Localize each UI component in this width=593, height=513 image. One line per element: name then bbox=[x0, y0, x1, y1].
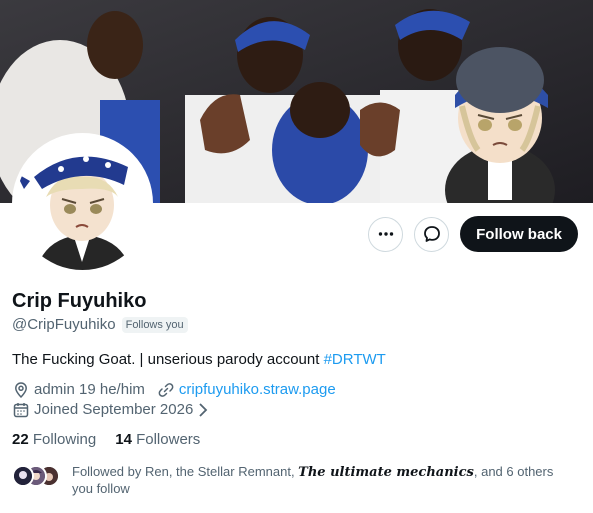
profile-actions: Follow back bbox=[368, 216, 578, 252]
message-button[interactable] bbox=[414, 216, 450, 252]
profile-info: Crip Fuyuhiko @CripFuyuhiko Follows you … bbox=[12, 288, 581, 497]
follow-back-button[interactable]: Follow back bbox=[460, 216, 578, 252]
profile-meta: admin 19 he/him cripfuyuhiko.straw.page bbox=[12, 380, 581, 400]
more-icon bbox=[378, 232, 393, 236]
follows-you-badge: Follows you bbox=[121, 316, 188, 333]
joined-text: Joined September 2026 bbox=[34, 401, 194, 418]
more-button[interactable] bbox=[368, 216, 404, 252]
location-text: admin 19 he/him bbox=[34, 381, 145, 398]
bio-hashtag-link[interactable]: #DRTWT bbox=[324, 351, 386, 368]
followed-by-text: Followed by Ren, the Stellar Remnant, Th… bbox=[72, 464, 572, 497]
joined-item[interactable]: Joined September 2026 bbox=[12, 400, 209, 420]
followers-link[interactable]: 14 Followers bbox=[115, 431, 200, 448]
link-icon bbox=[158, 383, 174, 397]
following-link[interactable]: 22 Following bbox=[12, 431, 96, 448]
calendar-icon bbox=[13, 403, 29, 418]
following-count: 22 bbox=[12, 431, 29, 448]
following-label: Following bbox=[32, 431, 97, 448]
joined-row: Joined September 2026 bbox=[12, 400, 581, 420]
message-icon bbox=[423, 226, 440, 242]
handle-row: @CripFuyuhiko Follows you bbox=[12, 316, 581, 333]
followed-by-row[interactable]: Followed by Ren, the Stellar Remnant, Th… bbox=[12, 464, 581, 497]
followed-by-prefix: Followed by Ren, the Stellar Remnant, bbox=[72, 464, 299, 479]
bio-text: The Fucking Goat. | unserious parody acc… bbox=[12, 351, 324, 368]
location-item: admin 19 he/him bbox=[12, 380, 145, 400]
mutual-avatar bbox=[12, 465, 34, 487]
followed-by-fancy-name: The ultimate mechanics bbox=[298, 465, 474, 480]
location-icon bbox=[15, 382, 27, 399]
mutual-avatars bbox=[12, 465, 62, 487]
display-name: Crip Fuyuhiko bbox=[12, 290, 147, 312]
followers-count: 14 bbox=[115, 431, 132, 448]
profile-avatar[interactable] bbox=[12, 133, 153, 274]
website-link[interactable]: cripfuyuhiko.straw.page bbox=[179, 380, 336, 400]
followers-label: Followers bbox=[136, 431, 201, 448]
chevron-right-icon bbox=[199, 403, 208, 417]
follow-stats: 22 Following 14 Followers bbox=[12, 431, 581, 448]
website-item: cripfuyuhiko.straw.page bbox=[157, 380, 336, 400]
bio: The Fucking Goat. | unserious parody acc… bbox=[12, 350, 581, 370]
handle: @CripFuyuhiko bbox=[12, 316, 116, 333]
